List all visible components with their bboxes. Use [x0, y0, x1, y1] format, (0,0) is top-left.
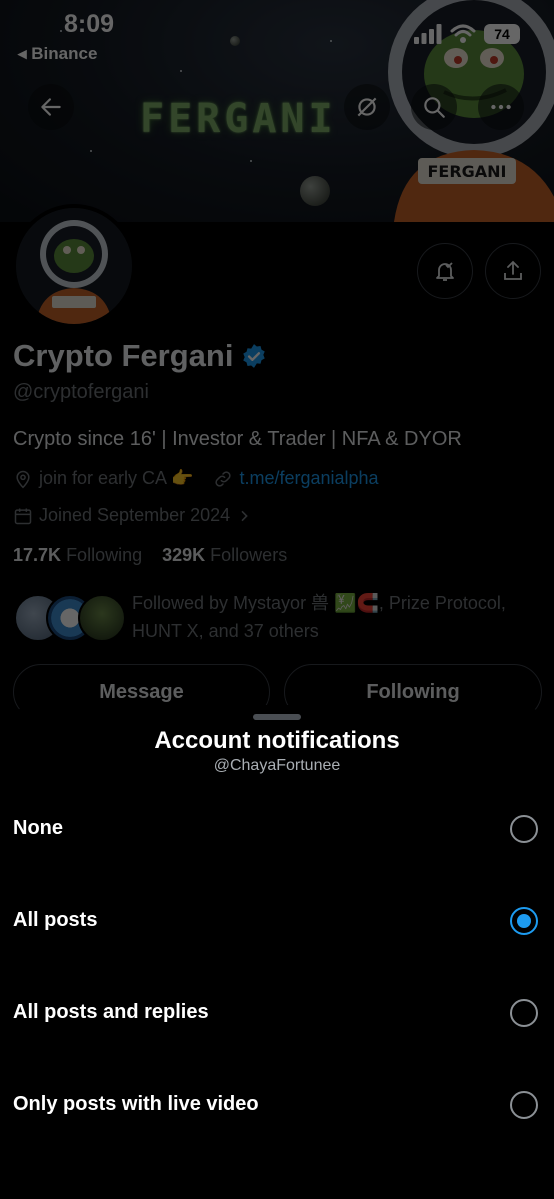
- calendar-icon: [14, 508, 32, 524]
- option-label: Only posts with live video: [13, 1093, 259, 1115]
- arrow-left-icon: [41, 98, 61, 116]
- share-button[interactable]: [485, 243, 541, 299]
- share-icon: [504, 260, 522, 280]
- profile-link[interactable]: t.me/ferganialpha: [239, 468, 378, 489]
- sheet-subtitle: @ChayaFortunee: [213, 757, 341, 774]
- more-button[interactable]: [478, 84, 524, 130]
- chevron-right-icon: [241, 510, 248, 521]
- notifications-bell-button[interactable]: [417, 243, 473, 299]
- followers-label: Followers: [210, 545, 288, 565]
- following-label: Following: [66, 545, 143, 565]
- status-indicators: 74: [414, 24, 520, 44]
- grok-button[interactable]: [344, 84, 390, 130]
- back-button[interactable]: [28, 84, 74, 130]
- radio-button[interactable]: [510, 815, 538, 843]
- signal-icon: [414, 24, 442, 44]
- radio-button[interactable]: [510, 1091, 538, 1119]
- back-to-app[interactable]: ◂ Binance: [18, 44, 97, 64]
- profile-handle: @cryptofergani: [13, 381, 149, 403]
- verified-badge-icon: [243, 344, 266, 368]
- option-label: All posts and replies: [13, 1001, 209, 1023]
- sheet-grabber[interactable]: [253, 714, 301, 720]
- grok-icon: [357, 97, 377, 117]
- banner-wordmark: FERGANI: [140, 96, 337, 142]
- profile-bio: Crypto since 16' | Investor & Trader | N…: [13, 428, 462, 450]
- follower-avatar: [78, 594, 126, 642]
- profile-joined: Joined September 2024: [39, 505, 231, 525]
- back-app-label: Binance: [31, 44, 98, 63]
- option-all-posts[interactable]: All posts: [0, 885, 554, 957]
- option-none[interactable]: None: [0, 793, 554, 865]
- radio-button[interactable]: [510, 907, 538, 935]
- followers-count: 329K: [162, 545, 206, 565]
- profile-joined-row[interactable]: Joined September 2024: [13, 505, 252, 526]
- svg-text:FERGANI: FERGANI: [427, 162, 506, 181]
- sheet-title: Account notifications: [154, 727, 400, 754]
- profile-meta-row: join for early CA 👉 t.me/ferganialpha: [13, 468, 379, 489]
- followers-link[interactable]: 329K Followers: [162, 545, 287, 565]
- profile-name: Crypto Fergani: [13, 338, 267, 374]
- location-pin-icon: [16, 470, 30, 488]
- battery-indicator: 74: [484, 24, 520, 44]
- option-label: All posts: [13, 909, 98, 931]
- follow-counts: 17.7K Following 329K Followers: [13, 545, 287, 566]
- option-label: None: [13, 817, 63, 839]
- wifi-icon: [450, 24, 476, 43]
- following-link[interactable]: 17.7K Following: [13, 545, 142, 565]
- profile-location: join for early CA 👉: [39, 468, 194, 488]
- radio-button[interactable]: [510, 999, 538, 1027]
- profile-screen: FERGANI FERGANI 8:09 ◂ Binance 74 Crypto…: [0, 0, 554, 1199]
- avatar-image: [16, 208, 132, 324]
- link-icon: [215, 470, 232, 487]
- option-all-posts-and-replies[interactable]: All posts and replies: [0, 977, 554, 1049]
- bell-check-icon: [436, 262, 454, 281]
- back-triangle-icon: ◂: [18, 44, 32, 63]
- option-live-video-posts[interactable]: Only posts with live video: [0, 1069, 554, 1141]
- more-icon: [491, 104, 511, 110]
- profile-name-text: Crypto Fergani: [13, 338, 234, 373]
- account-notifications-sheet: Account notifications @ChayaFortunee Non…: [0, 705, 554, 1199]
- search-button[interactable]: [411, 84, 457, 130]
- search-icon: [424, 97, 445, 118]
- followed-by-text[interactable]: Followed by Mystayor 兽 💹🧲, Prize Protoco…: [132, 589, 542, 645]
- moon-decoration: [300, 176, 330, 206]
- status-time: 8:09: [64, 10, 115, 38]
- following-count: 17.7K: [13, 545, 62, 565]
- moon-small-decoration: [230, 36, 240, 46]
- profile-avatar[interactable]: [12, 204, 136, 328]
